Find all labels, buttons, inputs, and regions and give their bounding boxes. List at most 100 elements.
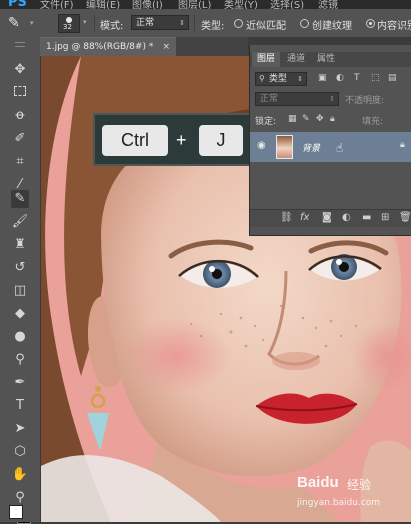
menu-type[interactable]: 类型(Y) (224, 0, 258, 9)
foreground-color-swatch[interactable] (9, 505, 23, 519)
dodge-tool-icon[interactable]: ⚲ (11, 351, 29, 369)
brush-size-value: 32 (63, 23, 72, 31)
lock-all-icon[interactable]: 🔒︎ (330, 114, 335, 124)
move-tool-icon[interactable]: ✥ (11, 61, 29, 79)
radio-proximity-match[interactable] (234, 19, 243, 28)
brush-size-picker[interactable]: 32 (58, 14, 80, 33)
eye-icon[interactable]: ◉ (257, 140, 266, 151)
quick-selection-tool-icon[interactable]: ✐ (11, 130, 29, 148)
layer-thumbnail (276, 135, 293, 159)
lock-position-icon[interactable]: ✥ (316, 114, 324, 124)
eraser-tool-icon[interactable]: ◫ (11, 282, 29, 300)
filter-kind-select[interactable]: ⚲ 类型 ⇕ (255, 72, 307, 86)
lock-transparent-icon[interactable]: ▦ (288, 114, 297, 124)
layer-lock-icon: 🔒︎ (400, 140, 405, 150)
photoshop-logo: PS (8, 0, 27, 9)
crop-tool-icon[interactable]: ⌗ (11, 153, 29, 171)
radio-content-aware[interactable] (366, 19, 375, 28)
menu-layer[interactable]: 图层(L) (178, 0, 211, 9)
hand-cursor-icon: ☝ (336, 141, 344, 155)
layer-filter-row: ⚲ 类型 ⇕ ▣ ◐ T ⬚ ▤ (250, 70, 411, 88)
blend-row: 正常 ⇕ 不透明度: (250, 90, 411, 108)
menu-image[interactable]: 图像(I) (132, 0, 163, 9)
filter-shape-icon[interactable]: ⬚ (371, 73, 380, 83)
new-layer-icon[interactable]: ⊞ (381, 212, 389, 223)
radio-proximity-match-label[interactable]: 近似匹配 (246, 17, 286, 32)
paint-bucket-tool-icon[interactable]: ◆ (11, 305, 29, 323)
blend-mode-value: 正常 (260, 94, 279, 104)
mode-select-value: 正常 (136, 18, 155, 28)
layers-panel-tabs: 图层 通道 属性 (250, 52, 411, 67)
tab-layers[interactable]: 图层 (252, 52, 281, 67)
lock-pixels-icon[interactable]: ✎ (302, 114, 310, 124)
document-tab[interactable]: 1.jpg @ 88%(RGB/8#) * × (40, 37, 176, 56)
radio-create-texture-label[interactable]: 创建纹理 (312, 17, 352, 32)
tab-channels[interactable]: 通道 (282, 52, 310, 67)
watermark-sub: 经验 (347, 478, 372, 492)
close-icon[interactable]: × (162, 38, 170, 57)
layers-panel-footer: ⛓ fx ◙ ◐ ▬ ⊞ 🗑︎ (250, 209, 411, 227)
fill-label: 填充: (362, 117, 384, 127)
delete-layer-icon[interactable]: 🗑︎ (399, 212, 411, 223)
radio-content-aware-label[interactable]: 内容识别 (377, 17, 411, 32)
marquee-tool-icon[interactable] (11, 84, 29, 102)
plus-sign: + (176, 130, 187, 150)
key-j: J (199, 125, 243, 156)
opacity-label: 不透明度: (345, 96, 385, 106)
shortcut-overlay: Ctrl + J (93, 113, 251, 166)
brush-tool-icon[interactable]: 🖌︎ (11, 213, 29, 231)
type-label: 类型: (201, 21, 225, 32)
tool-preset-chevron-icon[interactable]: ▾ (30, 19, 34, 27)
menu-filter[interactable]: 滤镜 (318, 0, 338, 9)
tab-properties[interactable]: 属性 (312, 52, 340, 67)
document-tab-title: 1.jpg @ 88%(RGB/8#) * (46, 42, 154, 52)
blend-mode-select[interactable]: 正常 ⇕ (255, 92, 339, 106)
chevron-down-icon: ⇕ (297, 75, 303, 83)
layers-panel: 图层 通道 属性 ⚲ 类型 ⇕ ▣ ◐ T ⬚ ▤ 正常 ⇕ 不透明度: 锁定:… (249, 45, 411, 236)
options-bar: ✎ ▾ 32 ▾ 模式: 正常 ⇕ 类型: 近似匹配 创建纹理 内容识别 (0, 9, 411, 38)
lock-row: 锁定: ▦ ✎ ✥ 🔒︎ 填充: (250, 111, 411, 129)
spot-healing-tool-icon[interactable]: ✎ (11, 190, 29, 208)
menu-edit[interactable]: 编辑(E) (86, 0, 120, 9)
filter-kind-value: 类型 (269, 74, 288, 84)
toolbox-grip[interactable] (15, 42, 25, 47)
chevron-down-icon: ⇕ (179, 19, 185, 27)
mode-label: 模式: (100, 21, 124, 32)
lasso-tool-icon[interactable]: ꝋ (11, 107, 29, 125)
filter-smart-object-icon[interactable]: ▤ (388, 73, 397, 83)
lock-label: 锁定: (255, 117, 277, 127)
type-tool-icon[interactable]: T (11, 397, 29, 415)
layer-style-icon[interactable]: fx (300, 212, 309, 223)
mode-select[interactable]: 正常 ⇕ (131, 15, 189, 30)
tab-strip (176, 37, 248, 56)
add-mask-icon[interactable]: ◙ (322, 212, 332, 223)
layer-row-background[interactable]: ◉ 背景 ☝ 🔒︎ (250, 132, 411, 162)
filter-pixel-icon[interactable]: ▣ (318, 73, 327, 83)
blur-tool-icon[interactable]: ● (11, 328, 29, 346)
baidu-watermark: Baidu 经验 jingyan.baidu.com (297, 474, 407, 518)
watermark-url: jingyan.baidu.com (297, 498, 381, 508)
brush-size-chevron-icon[interactable]: ▾ (83, 18, 87, 26)
menu-bar: PS 文件(F) 编辑(E) 图像(I) 图层(L) 类型(Y) 选择(S) 滤… (0, 0, 411, 9)
filter-type-icon[interactable]: T (354, 73, 360, 83)
new-group-icon[interactable]: ▬ (362, 212, 371, 223)
hand-tool-icon[interactable]: ✋ (11, 466, 29, 484)
watermark-brand: Baidu (297, 474, 339, 491)
link-layers-icon[interactable]: ⛓ (280, 212, 293, 223)
shape-tool-icon[interactable]: ⬡ (11, 443, 29, 461)
divider (94, 15, 95, 31)
spot-healing-brush-icon[interactable]: ✎ (8, 14, 30, 32)
search-icon: ⚲ (259, 74, 265, 83)
layer-name[interactable]: 背景 (302, 141, 320, 154)
path-selection-tool-icon[interactable]: ➤ (11, 420, 29, 438)
key-ctrl: Ctrl (102, 125, 168, 156)
filter-adjustment-icon[interactable]: ◐ (336, 73, 344, 83)
history-brush-tool-icon[interactable]: ↺ (11, 259, 29, 277)
menu-select[interactable]: 选择(S) (270, 0, 304, 9)
pen-tool-icon[interactable]: ✒ (11, 374, 29, 392)
radio-create-texture[interactable] (300, 19, 309, 28)
clone-stamp-tool-icon[interactable]: ♜ (11, 236, 29, 254)
chevron-down-icon: ⇕ (329, 95, 335, 103)
menu-file[interactable]: 文件(F) (40, 0, 74, 9)
adjustment-layer-icon[interactable]: ◐ (342, 212, 351, 223)
